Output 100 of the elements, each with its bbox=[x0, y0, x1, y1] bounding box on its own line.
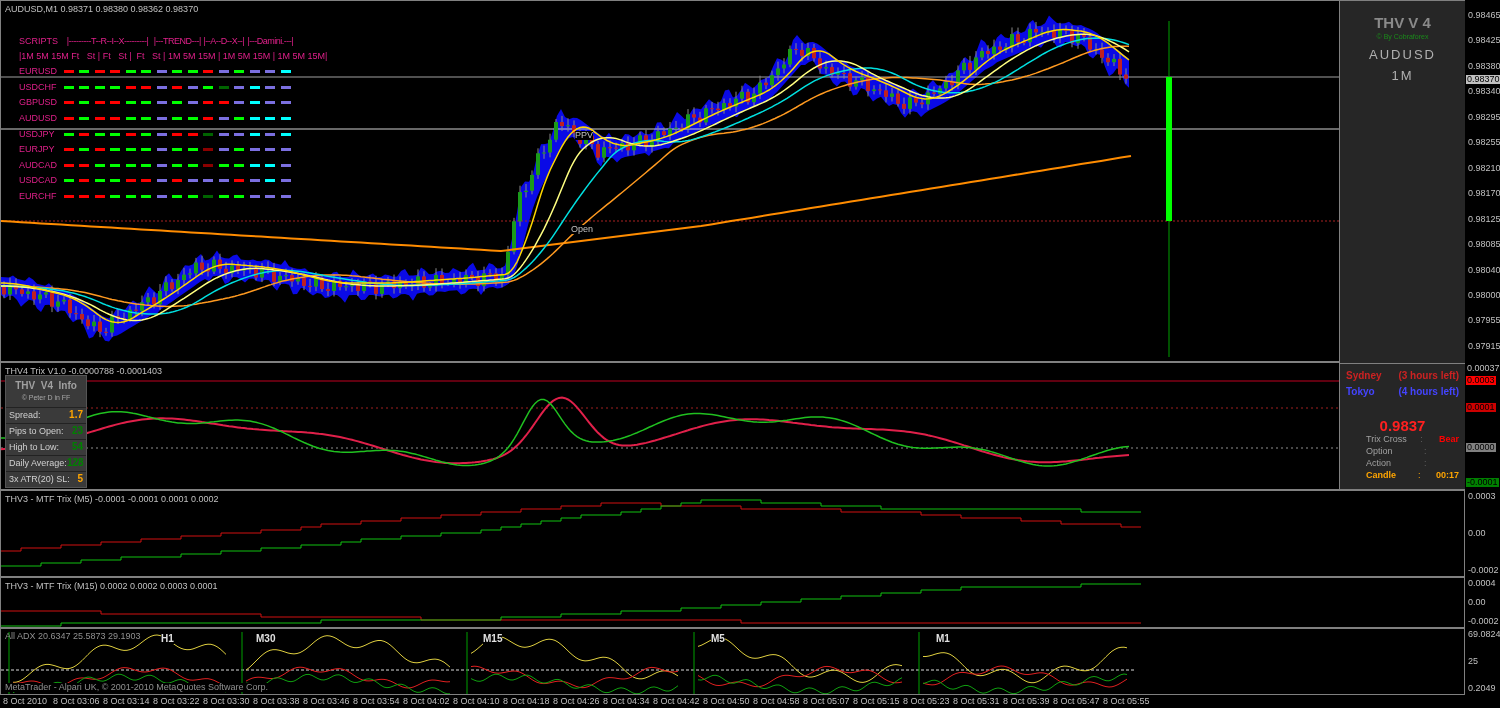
price-axis-label: 0.98295 bbox=[1468, 112, 1500, 122]
time-axis-label: 8 Oct 03:30 bbox=[203, 697, 251, 706]
time-axis-label: 8 Oct 05:15 bbox=[853, 697, 901, 706]
price-axis-label: 0.98425 bbox=[1468, 36, 1500, 46]
chart-label: Open bbox=[571, 225, 594, 234]
time-axis-label: 8 Oct 05:31 bbox=[953, 697, 1001, 706]
time-axis-label: 8 Oct 04:42 bbox=[653, 697, 701, 706]
axis-label: -0.0002 bbox=[1468, 617, 1500, 626]
time-axis-label: 8 Oct 03:54 bbox=[353, 697, 401, 706]
time-axis-label: 8 Oct 03:46 bbox=[303, 697, 351, 706]
price-axis-label: 0.98040 bbox=[1468, 265, 1500, 275]
status-label: Candle bbox=[1366, 470, 1397, 480]
axis-label: 0.00 bbox=[1468, 529, 1487, 538]
axis-badge: 0.0003 bbox=[1466, 376, 1496, 385]
pane-title: AUDUSD,M1 0.98371 0.98380 0.98362 0.98370 bbox=[5, 5, 199, 14]
info-label: Spread: bbox=[9, 410, 41, 420]
group-header: |---------T--R--I--X---------| bbox=[66, 37, 149, 46]
timeframe-label: M30 bbox=[256, 634, 276, 644]
price-axis-label: 0.97955 bbox=[1468, 316, 1500, 326]
price-axis-label: 0.98340 bbox=[1468, 87, 1500, 97]
info-label: 3x ATR(20) SL: bbox=[9, 474, 70, 484]
axis-badge: 0.00037 bbox=[1466, 364, 1500, 373]
axis-label: 0.0003 bbox=[1468, 492, 1497, 501]
info-title: THV V4 Info bbox=[14, 379, 78, 393]
status-separator: : bbox=[1424, 446, 1428, 456]
status-label: Action bbox=[1366, 458, 1392, 468]
pair-label: AUDCAD bbox=[19, 160, 58, 170]
session-name: Sydney bbox=[1346, 371, 1382, 381]
timeframe-label: H1 bbox=[161, 634, 174, 644]
current-price-badge: 0.98370 bbox=[1466, 75, 1500, 84]
group-header: |---TREND---| bbox=[153, 37, 201, 46]
status-separator: : bbox=[1420, 434, 1424, 444]
pair-label: USDCHF bbox=[19, 82, 58, 92]
price-reading: 0.9837 bbox=[1378, 418, 1427, 433]
time-axis-label: 8 Oct 03:22 bbox=[153, 697, 201, 706]
pair-label: GBPUSD bbox=[19, 98, 58, 108]
pair-label: EURCHF bbox=[19, 192, 58, 202]
pane-title: THV3 - MTF Trix (M5) -0.0001 -0.0001 0.0001 0.0002 bbox=[5, 495, 219, 504]
pair-label: EURJPY bbox=[19, 145, 56, 155]
axis-badge: 0.0001 bbox=[1466, 403, 1496, 412]
pair-label: USDCAD bbox=[19, 176, 58, 186]
chart-label: PPV bbox=[575, 131, 593, 140]
axis-badge: -0.0001 bbox=[1466, 478, 1499, 487]
group-header: |--A--D--X--| bbox=[203, 37, 245, 46]
time-axis-label: 8 Oct 05:23 bbox=[903, 697, 951, 706]
price-axis-label: 0.97915 bbox=[1468, 341, 1500, 351]
axis-label: 0.0004 bbox=[1468, 579, 1497, 588]
symbol-label: AUDUSD bbox=[1369, 48, 1436, 61]
time-axis-label: 8 Oct 05:39 bbox=[1003, 697, 1051, 706]
info-label: Daily Average: bbox=[9, 458, 67, 468]
status-label: Trix Cross bbox=[1366, 434, 1408, 444]
info-value: 54 bbox=[71, 442, 83, 452]
time-axis-label: 8 Oct 04:02 bbox=[403, 697, 451, 706]
session-time: (4 hours left) bbox=[1398, 387, 1459, 397]
time-axis-label: 8 Oct 04:26 bbox=[553, 697, 601, 706]
pair-label: USDJPY bbox=[19, 129, 56, 139]
time-axis-label: 8 Oct 03:06 bbox=[53, 697, 101, 706]
time-axis-label: 8 Oct 05:07 bbox=[803, 697, 851, 706]
price-axis-label: 0.98170 bbox=[1468, 189, 1500, 199]
info-label: Pips to Open: bbox=[9, 426, 64, 436]
time-axis-label: 8 Oct 05:55 bbox=[1103, 697, 1151, 706]
status-value: Bear bbox=[1439, 434, 1459, 444]
info-value: 5 bbox=[77, 474, 83, 484]
time-axis-label: 8 Oct 03:14 bbox=[103, 697, 151, 706]
status-label: Option bbox=[1366, 446, 1394, 456]
time-axis-label: 8 Oct 04:50 bbox=[703, 697, 751, 706]
copyright-text: MetaTrader - Alpari UK, © 2001-2010 MetaQuotes Software Corp. bbox=[5, 683, 268, 692]
time-axis-label: 8 Oct 05:47 bbox=[1053, 697, 1101, 706]
timeframe-label: M1 bbox=[936, 634, 950, 644]
pane-title: All ADX 20.6347 25.5873 29.1903 bbox=[5, 632, 141, 641]
time-axis-label: 8 Oct 04:18 bbox=[503, 697, 551, 706]
info-value: 128 bbox=[66, 458, 84, 468]
timeframe-label: M15 bbox=[483, 634, 503, 644]
status-separator: : bbox=[1418, 470, 1422, 480]
column-header: |1M 5M 15M Ft St | Ft St | Ft St | 1M 5M 15M | 1M 5M 15M | 1M 5M 15M| bbox=[19, 50, 328, 63]
axis-label: 0.2049 bbox=[1468, 684, 1497, 693]
info-label: High to Low: bbox=[9, 442, 60, 452]
price-axis-label: 0.98125 bbox=[1468, 214, 1500, 224]
price-axis-label: 0.98380 bbox=[1468, 61, 1500, 71]
pane-title: THV4 Trix V1.0 -0.0000788 -0.0001403 bbox=[5, 367, 163, 376]
price-axis-label: 0.98210 bbox=[1468, 163, 1500, 173]
pair-label: AUDUSD bbox=[19, 114, 58, 124]
panel-title: THV V 4 bbox=[1374, 15, 1431, 30]
timeframe-label: 1M bbox=[1391, 69, 1414, 82]
pane-title: THV3 - MTF Trix (M15) 0.0002 0.0002 0.0003 0.0001 bbox=[5, 582, 218, 591]
time-axis-label: 8 Oct 04:58 bbox=[753, 697, 801, 706]
session-time: (3 hours left) bbox=[1398, 371, 1459, 381]
session-name: Tokyo bbox=[1346, 387, 1375, 397]
price-axis-label: 0.98085 bbox=[1468, 240, 1500, 250]
time-axis-label: 8 Oct 2010 bbox=[3, 697, 49, 706]
info-value: 23 bbox=[71, 426, 83, 436]
info-value: 1.7 bbox=[69, 410, 83, 420]
status-separator: : bbox=[1424, 458, 1428, 468]
status-value: 00:17 bbox=[1435, 470, 1459, 480]
pair-label: EURUSD bbox=[19, 67, 58, 77]
price-axis-label: 0.98255 bbox=[1468, 138, 1500, 148]
axis-label: 25 bbox=[1468, 657, 1479, 666]
time-axis-label: 8 Oct 03:38 bbox=[253, 697, 301, 706]
group-header: |---Damini.---| bbox=[247, 37, 294, 46]
scripts-title: SCRIPTS bbox=[19, 37, 59, 46]
